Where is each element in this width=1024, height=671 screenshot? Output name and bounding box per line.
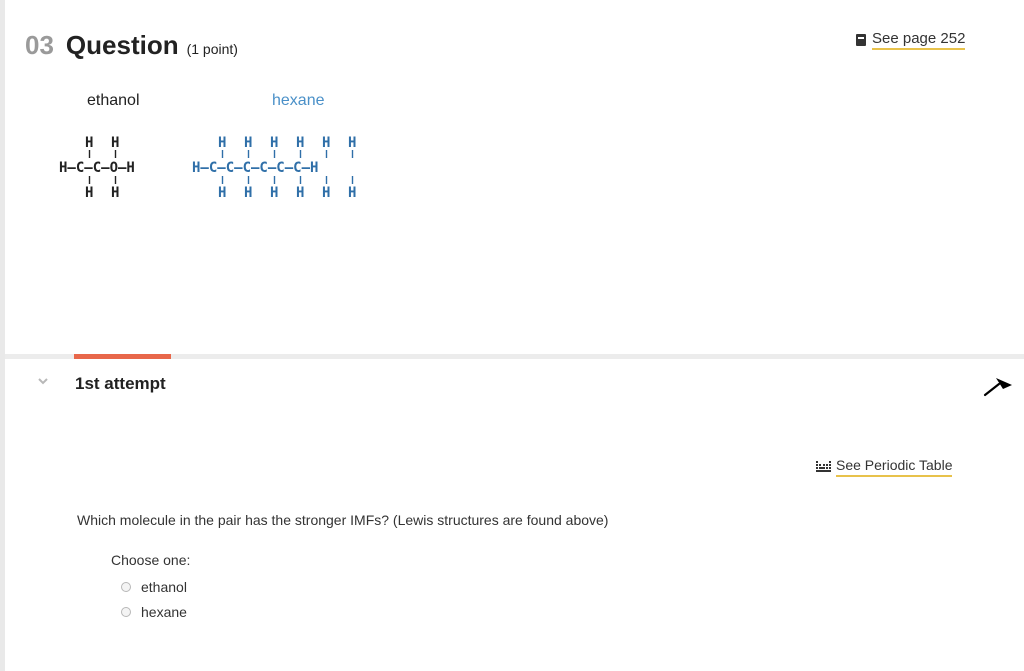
question-prompt: Which molecule in the pair has the stron… xyxy=(77,512,609,528)
radio-button[interactable] xyxy=(121,607,131,617)
attempt-title: 1st attempt xyxy=(75,374,166,393)
left-rule xyxy=(0,0,5,671)
radio-button[interactable] xyxy=(121,582,131,592)
book-icon xyxy=(856,34,866,46)
hexane-bottom-h2: H xyxy=(244,185,252,201)
ethanol-chain: H–C–C–O–H xyxy=(59,160,135,176)
hexane-bottom-h1: H xyxy=(218,185,226,201)
ethanol-bottom-h2: H xyxy=(111,185,119,201)
option-label: ethanol xyxy=(141,579,187,595)
periodic-table-icon xyxy=(816,461,831,472)
chevron-down-icon[interactable] xyxy=(38,376,48,386)
pin-icon[interactable] xyxy=(983,372,1013,398)
hexane-top-h1: H xyxy=(218,135,226,151)
attempt-accent-bar xyxy=(74,354,171,359)
hexane-top-h2: H xyxy=(244,135,252,151)
hexane-chain: H–C–C–C–C–C–C–H xyxy=(192,160,318,176)
periodic-table-link[interactable]: See Periodic Table xyxy=(816,457,953,477)
hexane-top-h3: H xyxy=(270,135,278,151)
periodic-table-label: See Periodic Table xyxy=(836,457,953,477)
hexane-bottom-h5: H xyxy=(322,185,330,201)
ethanol-name: ethanol xyxy=(87,92,140,109)
option-label: hexane xyxy=(141,604,187,620)
hexane-structure: H H H H H H H–C–C–C–C–C–C–H H H H H H H xyxy=(192,135,356,201)
option-hexane[interactable]: hexane xyxy=(121,604,187,620)
question-points: (1 point) xyxy=(186,41,238,57)
option-ethanol[interactable]: ethanol xyxy=(121,579,187,595)
hexane-name: hexane xyxy=(272,92,325,109)
question-number: 03 xyxy=(25,30,54,60)
see-page-link[interactable]: See page 252 xyxy=(856,30,966,50)
hexane-top-h4: H xyxy=(296,135,304,151)
hexane-top-h6: H xyxy=(348,135,356,151)
hexane-top-h5: H xyxy=(322,135,330,151)
hexane-bottom-h6: H xyxy=(348,185,356,201)
see-page-label: See page 252 xyxy=(872,30,966,50)
ethanol-bottom-h1: H xyxy=(85,185,93,201)
choose-label: Choose one: xyxy=(111,552,191,568)
ethanol-top-h2: H xyxy=(111,135,119,151)
ethanol-top-h1: H xyxy=(85,135,93,151)
hexane-bottom-h3: H xyxy=(270,185,278,201)
question-header: 03 Question (1 point) xyxy=(25,30,238,61)
hexane-bottom-h4: H xyxy=(296,185,304,201)
question-title: Question xyxy=(65,30,179,60)
ethanol-structure: H H H–C–C–O–H H H xyxy=(59,135,135,201)
